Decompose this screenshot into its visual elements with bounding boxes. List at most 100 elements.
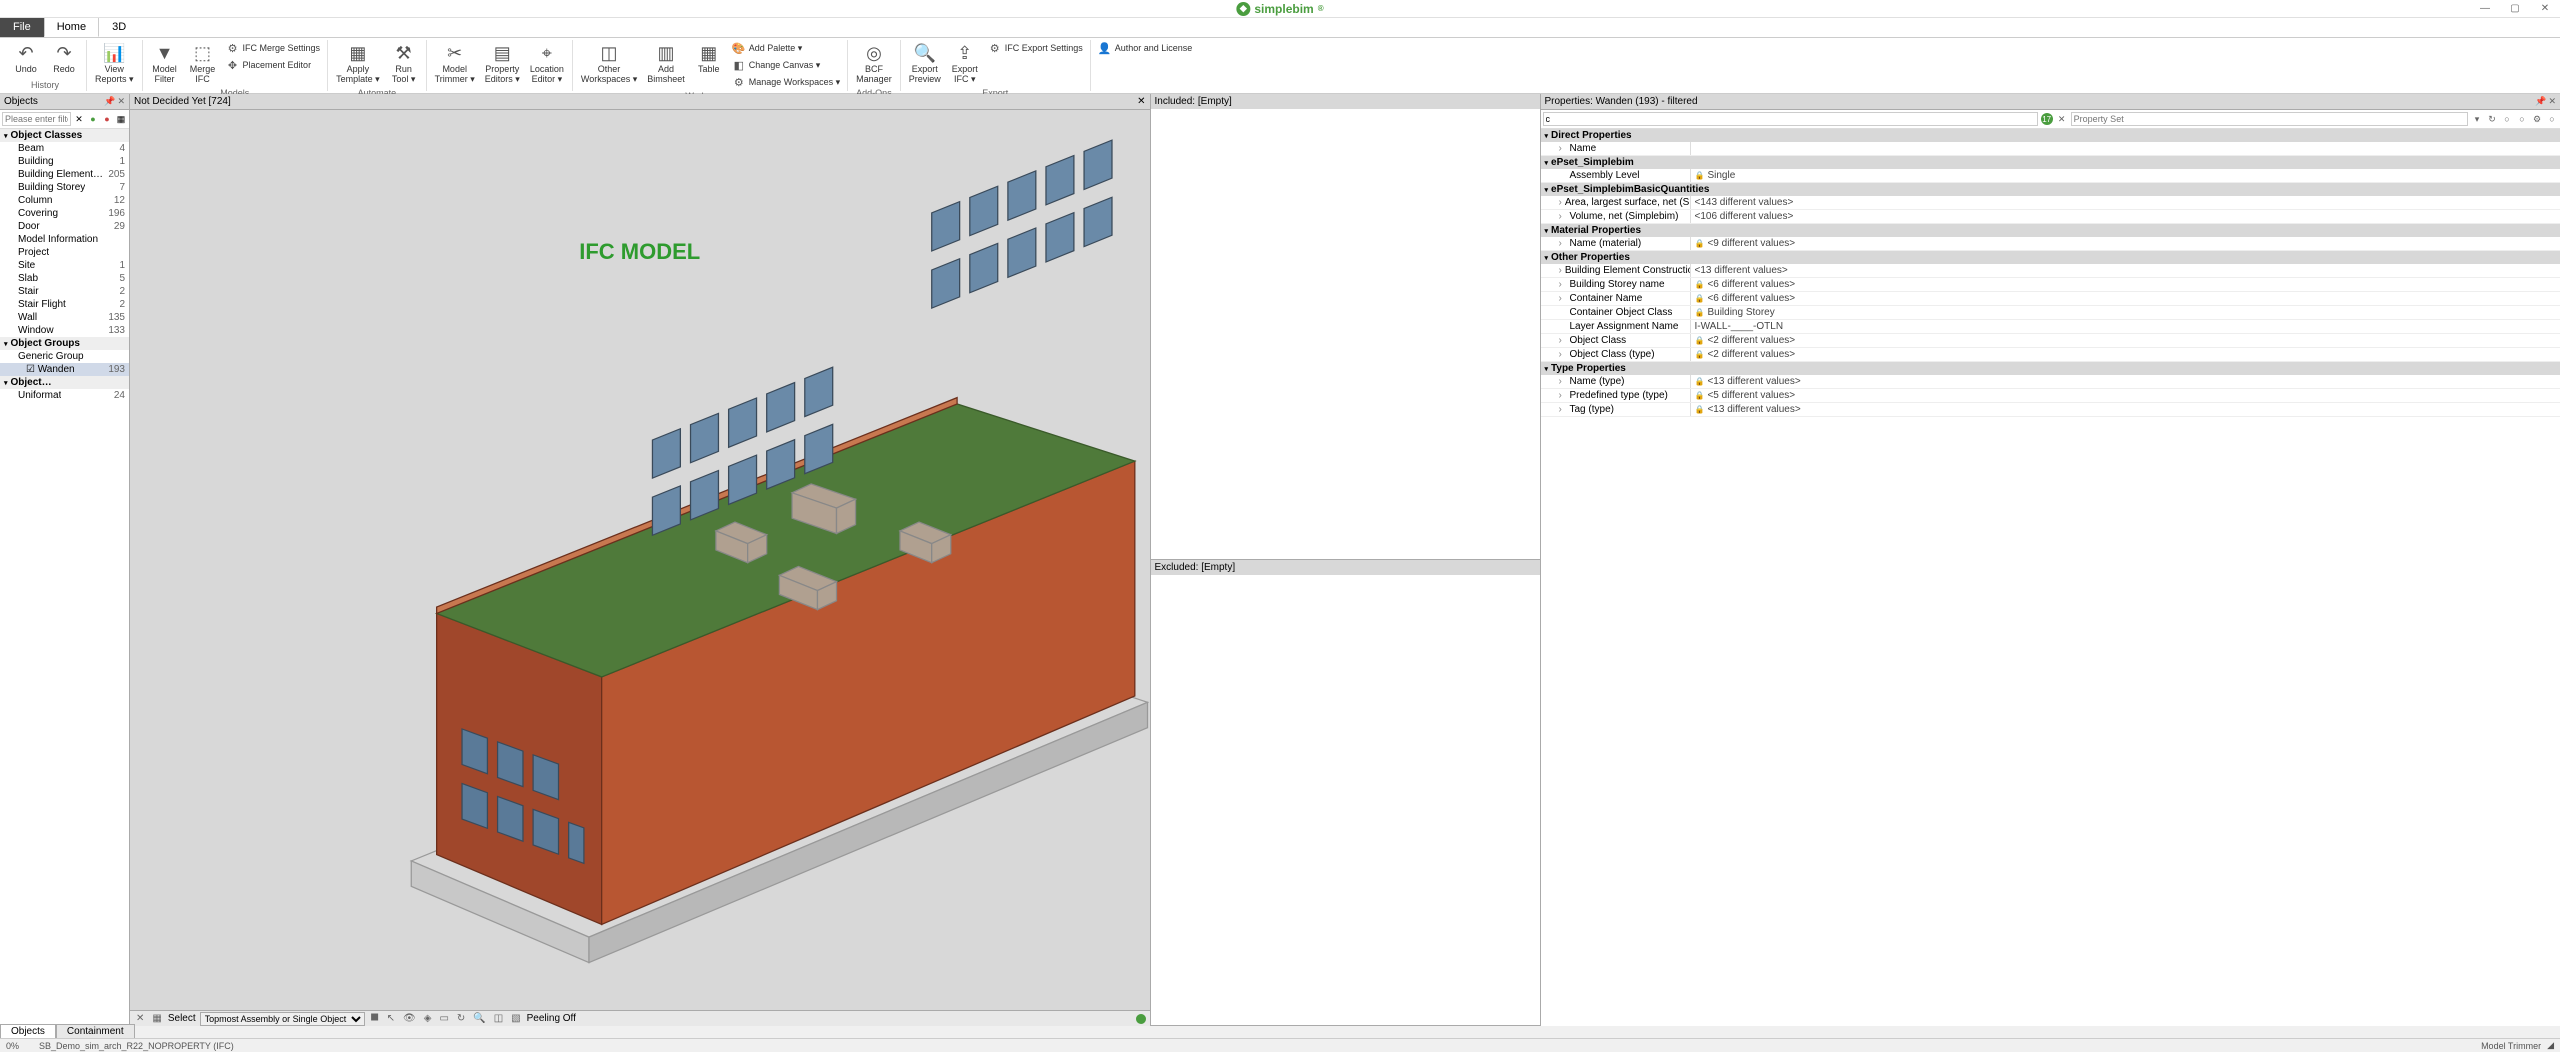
tab-home[interactable]: Home [44, 17, 99, 37]
close-icon[interactable]: ✕ [117, 96, 125, 107]
property-row[interactable]: Assembly Level🔒Single [1541, 169, 2560, 183]
ifc-merge-settings-button[interactable]: ⚙IFC Merge Settings [223, 40, 324, 56]
tree-group-header[interactable]: ▾Object Groups [0, 337, 129, 350]
export-preview-button[interactable]: 🔍Export Preview [905, 40, 945, 87]
property-row[interactable]: ›Name (material)🔒<9 different values> [1541, 237, 2560, 251]
zoom-icon[interactable]: 🔍 [471, 1013, 487, 1024]
model-trimmer-button[interactable]: ✂Model Trimmer ▾ [431, 40, 479, 87]
tree-item[interactable]: Window133 [0, 324, 129, 337]
propertyset-filter-input[interactable] [2071, 112, 2468, 126]
circle-icon[interactable]: ○ [2516, 113, 2528, 125]
tab-containment[interactable]: Containment [56, 1024, 135, 1038]
minimize-button[interactable]: — [2470, 0, 2500, 18]
property-row[interactable]: Layer Assignment NameI-WALL-____-OTLN [1541, 320, 2560, 334]
export-ifc-button[interactable]: ⇪Export IFC ▾ [947, 40, 983, 87]
property-row[interactable]: ›Object Class (type)🔒<2 different values… [1541, 348, 2560, 362]
property-group-header[interactable]: ▾Other Properties [1541, 251, 2560, 264]
property-row[interactable]: ›Building Storey name🔒<6 different value… [1541, 278, 2560, 292]
grid-filter-button[interactable]: ▦ [115, 113, 127, 125]
placement-editor-button[interactable]: ✥Placement Editor [223, 57, 324, 73]
add-filter-button[interactable]: ● [87, 113, 99, 125]
tree-item[interactable]: Door29 [0, 220, 129, 233]
tree-item[interactable]: Covering196 [0, 207, 129, 220]
tab-objects[interactable]: Objects [0, 1024, 56, 1038]
section-icon[interactable]: ◫ [492, 1013, 505, 1024]
tree-item[interactable]: Site1 [0, 259, 129, 272]
refresh-icon[interactable]: ↻ [2486, 113, 2498, 125]
tab-file[interactable]: File [0, 17, 44, 37]
manage-workspaces-button[interactable]: ⚙Manage Workspaces ▾ [729, 74, 843, 90]
gear-icon[interactable]: ⚙ [2531, 113, 2543, 125]
grid-icon[interactable]: ▦ [150, 1013, 163, 1024]
dropdown-icon[interactable]: ▾ [2471, 113, 2483, 125]
tree-item[interactable]: Building Storey7 [0, 181, 129, 194]
property-group-header[interactable]: ▾Material Properties [1541, 224, 2560, 237]
property-row[interactable]: ›Name (type)🔒<13 different values> [1541, 375, 2560, 389]
ifc-export-settings-button[interactable]: ⚙IFC Export Settings [985, 40, 1086, 56]
close-icon[interactable]: ✕ [1137, 96, 1145, 107]
property-group-header[interactable]: ▾ePset_Simplebim [1541, 156, 2560, 169]
property-row[interactable]: ›Object Class🔒<2 different values> [1541, 334, 2560, 348]
add-bimsheet-button[interactable]: ▥Add Bimsheet [643, 40, 689, 87]
tree-item[interactable]: ☑ Wanden193 [0, 363, 129, 376]
tree-item[interactable]: Uniformat24 [0, 389, 129, 402]
property-row[interactable]: ›Volume, net (Simplebim)<106 different v… [1541, 210, 2560, 224]
eye-icon[interactable]: 👁 [401, 1013, 418, 1024]
tree-group-header[interactable]: ▾Object Classes [0, 129, 129, 142]
run-tool-button[interactable]: ⚒Run Tool ▾ [386, 40, 422, 87]
undo-button[interactable]: ↶Undo [8, 40, 44, 77]
merge-ifc-button[interactable]: ⬚Merge IFC [185, 40, 221, 87]
property-row[interactable]: ›Name [1541, 142, 2560, 156]
pointer-icon[interactable]: ↖ [385, 1013, 397, 1024]
tree-item[interactable]: Project [0, 246, 129, 259]
clear-filter-button[interactable]: ✕ [73, 113, 85, 125]
clear-filter-button[interactable]: ✕ [2056, 113, 2068, 125]
location-editor-button[interactable]: ⌖Location Editor ▾ [526, 40, 568, 87]
redo-button[interactable]: ↷Redo [46, 40, 82, 77]
tree-item[interactable]: Wall135 [0, 311, 129, 324]
tree-item[interactable]: Slab5 [0, 272, 129, 285]
tree-item[interactable]: Beam4 [0, 142, 129, 155]
iso-icon[interactable]: ◈ [422, 1013, 434, 1024]
property-group-header[interactable]: ▾Direct Properties [1541, 129, 2560, 142]
other-workspaces-button[interactable]: ◫Other Workspaces ▾ [577, 40, 641, 87]
table-button[interactable]: ▦Table [691, 40, 727, 77]
tree-group-header[interactable]: ▾Object… [0, 376, 129, 389]
tree-item[interactable]: Building Element…205 [0, 168, 129, 181]
tree-item[interactable]: Column12 [0, 194, 129, 207]
tree-item[interactable]: Stair2 [0, 285, 129, 298]
pin-icon[interactable]: 📌 [104, 96, 115, 107]
change-canvas-button[interactable]: ◧Change Canvas ▾ [729, 57, 843, 73]
property-row[interactable]: ›Container Name🔒<6 different values> [1541, 292, 2560, 306]
property-editors-button[interactable]: ▤Property Editors ▾ [481, 40, 524, 87]
property-group-header[interactable]: ▾ePset_SimplebimBasicQuantities [1541, 183, 2560, 196]
close-button[interactable]: ✕ [2530, 0, 2560, 18]
property-row[interactable]: ›Predefined type (type)🔒<5 different val… [1541, 389, 2560, 403]
tree-item[interactable]: Stair Flight2 [0, 298, 129, 311]
properties-filter-input[interactable] [1543, 112, 2038, 126]
resize-grip-icon[interactable]: ◢ [2547, 1040, 2554, 1051]
peeling-icon[interactable]: ▧ [509, 1013, 522, 1024]
property-group-header[interactable]: ▾Type Properties [1541, 362, 2560, 375]
property-row[interactable]: ›Area, largest surface, net (Simplebim)<… [1541, 196, 2560, 210]
tree-item[interactable]: Generic Group [0, 350, 129, 363]
top-icon[interactable]: ▭ [437, 1013, 450, 1024]
refresh-icon[interactable]: ↻ [455, 1013, 467, 1024]
bcf-manager-button[interactable]: ◎BCF Manager [852, 40, 896, 87]
property-row[interactable]: ›Tag (type)🔒<13 different values> [1541, 403, 2560, 417]
view-reports-button[interactable]: 📊View Reports ▾ [91, 40, 138, 87]
3d-viewport[interactable]: Not Decided Yet [724] ✕ IFC MODEL [130, 94, 1151, 1026]
cursor-icon[interactable]: ⯀ [369, 1013, 381, 1024]
tree-item[interactable]: Building1 [0, 155, 129, 168]
pin-icon[interactable]: 📌 [2535, 96, 2546, 107]
objects-filter-input[interactable] [2, 112, 71, 126]
maximize-button[interactable]: ▢ [2500, 0, 2530, 18]
tab-3d[interactable]: 3D [99, 17, 139, 37]
circle-icon[interactable]: ○ [2546, 113, 2558, 125]
add-palette-button[interactable]: 🎨Add Palette ▾ [729, 40, 843, 56]
author-license-button[interactable]: 👤Author and License [1095, 40, 1196, 56]
property-row[interactable]: Container Object Class🔒Building Storey [1541, 306, 2560, 320]
apply-template-button[interactable]: ▦Apply Template ▾ [332, 40, 384, 87]
remove-filter-button[interactable]: ● [101, 113, 113, 125]
circle-icon[interactable]: ○ [2501, 113, 2513, 125]
